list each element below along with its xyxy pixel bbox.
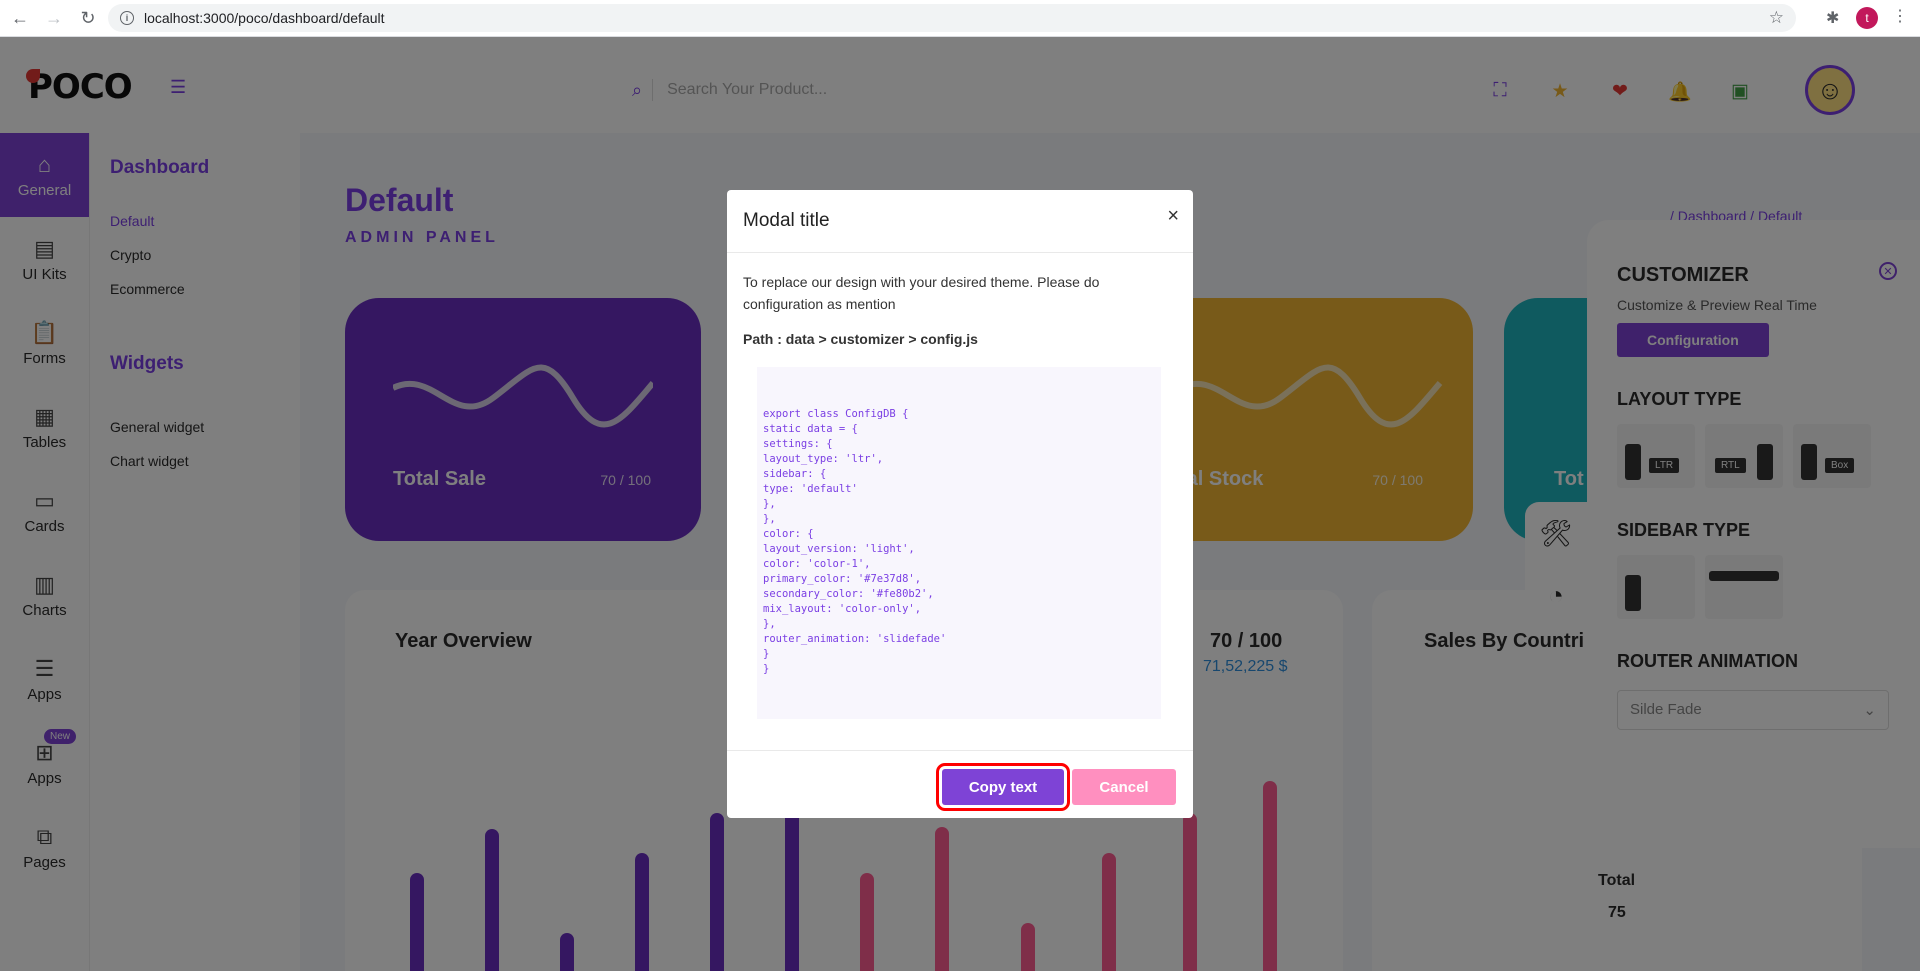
browser-menu-icon[interactable]: ⋮ (1892, 6, 1908, 26)
site-info-icon[interactable]: i (120, 11, 134, 25)
url-text: localhost:3000/poco/dashboard/default (144, 10, 385, 26)
reload-icon[interactable]: ↻ (74, 4, 102, 32)
modal-body: To replace our design with your desired … (727, 253, 1193, 719)
address-bar[interactable]: i localhost:3000/poco/dashboard/default … (108, 4, 1796, 32)
modal-footer: Copy text Cancel (727, 750, 1193, 818)
code-block[interactable]: export class ConfigDB { static data = { … (757, 367, 1161, 719)
config-path: Path : data > customizer > config.js (743, 331, 978, 347)
modal-header: Modal title × (727, 190, 1193, 253)
extensions-icon[interactable]: ✱ (1826, 8, 1839, 28)
forward-icon[interactable]: → (40, 4, 68, 32)
bookmark-star-icon[interactable]: ☆ (1769, 8, 1784, 28)
browser-toolbar: ← → ↻ i localhost:3000/poco/dashboard/de… (0, 0, 1920, 37)
profile-avatar[interactable]: t (1856, 7, 1878, 29)
cancel-button[interactable]: Cancel (1072, 769, 1176, 805)
back-icon[interactable]: ← (6, 4, 34, 32)
config-modal: Modal title × To replace our design with… (727, 190, 1193, 818)
modal-description: To replace our design with your desired … (743, 274, 1100, 312)
modal-title: Modal title (743, 210, 830, 231)
copy-text-button[interactable]: Copy text (936, 763, 1070, 811)
close-icon[interactable]: × (1167, 205, 1179, 228)
